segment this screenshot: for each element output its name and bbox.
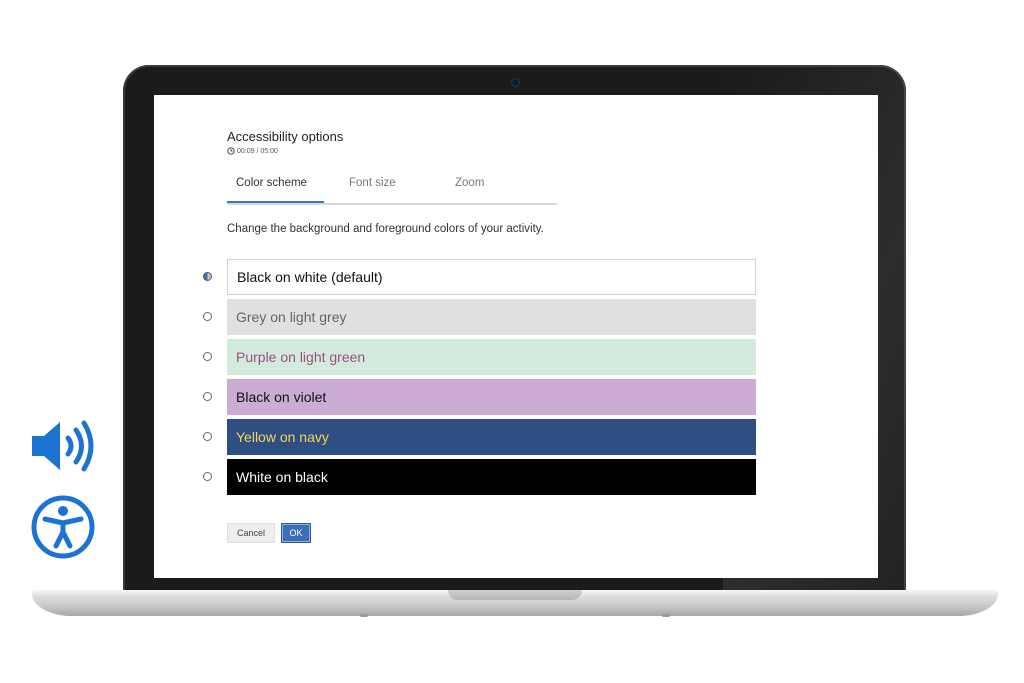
radio-button[interactable] (203, 272, 212, 281)
description: Change the background and foreground col… (227, 223, 544, 235)
tab-bar: Color scheme Font size Zoom (227, 177, 557, 205)
active-tab-indicator (227, 201, 324, 203)
tab-font-size[interactable]: Font size (349, 177, 396, 189)
laptop-foot (360, 614, 368, 617)
option-row: Black on violet (198, 379, 758, 415)
radio-button[interactable] (203, 392, 212, 401)
accessibility-icon (31, 495, 95, 559)
option-swatch[interactable]: Purple on light green (227, 339, 756, 375)
radio-button[interactable] (203, 432, 212, 441)
clock-icon (227, 147, 235, 155)
laptop-notch (448, 590, 582, 600)
radio-button[interactable] (203, 312, 212, 321)
tab-color-scheme[interactable]: Color scheme (236, 177, 307, 189)
dialog-title: Accessibility options (227, 129, 344, 144)
camera (512, 79, 519, 86)
option-row: Yellow on navy (198, 419, 758, 455)
timer-text: 00:09 / 05:00 (237, 147, 278, 155)
radio-button[interactable] (203, 472, 212, 481)
option-row: Grey on light grey (198, 299, 758, 335)
cancel-button[interactable]: Cancel (227, 523, 275, 543)
timer: 00:09 / 05:00 (227, 147, 278, 155)
laptop-foot (662, 614, 670, 617)
option-swatch[interactable]: Black on violet (227, 379, 756, 415)
option-row: Black on white (default) (198, 259, 758, 295)
option-swatch[interactable]: White on black (227, 459, 756, 495)
laptop-screen: Accessibility options 00:09 / 05:00 Colo… (154, 95, 878, 578)
ok-button[interactable]: OK (281, 523, 311, 543)
tab-zoom[interactable]: Zoom (455, 177, 484, 189)
speaker-icon (32, 420, 94, 472)
option-swatch[interactable]: Black on white (default) (227, 259, 756, 295)
option-swatch[interactable]: Yellow on navy (227, 419, 756, 455)
radio-button[interactable] (203, 352, 212, 361)
option-row: White on black (198, 459, 758, 495)
option-swatch[interactable]: Grey on light grey (227, 299, 756, 335)
option-row: Purple on light green (198, 339, 758, 375)
